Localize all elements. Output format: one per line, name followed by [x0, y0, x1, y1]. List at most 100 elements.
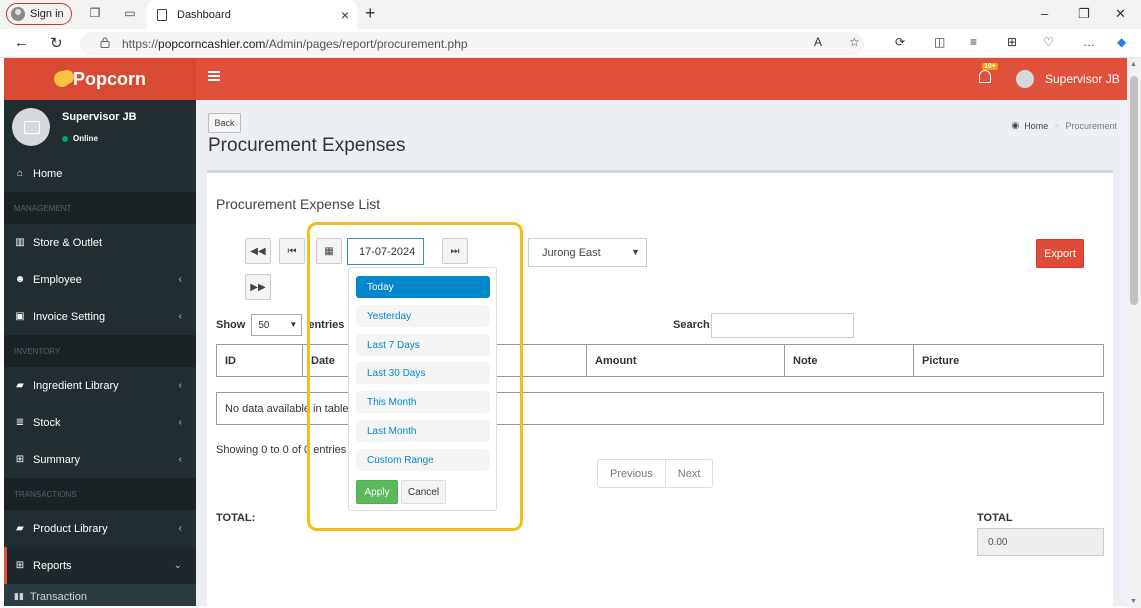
scroll-down-icon[interactable]: ▼	[1130, 598, 1137, 605]
column-id[interactable]: ID	[216, 344, 303, 377]
breadcrumb-home[interactable]: Home	[1024, 121, 1048, 131]
minimize-icon[interactable]: –	[1041, 6, 1048, 21]
sidebar-item-label: Store & Outlet	[33, 236, 103, 249]
prev-day-icon[interactable]: ⏮	[279, 238, 305, 264]
date-range-dropdown: Today Yesterday Last 7 Days Last 30 Days…	[348, 267, 497, 511]
page-icon	[157, 8, 167, 21]
page-length-control: Show 50 ▼ entries	[216, 314, 344, 336]
bell-icon[interactable]	[979, 70, 991, 83]
range-last-month[interactable]: Last Month	[356, 420, 490, 442]
url-input[interactable]: https://popcorncashier.com/Admin/pages/r…	[80, 32, 864, 55]
table-info: Showing 0 to 0 of 0 entries	[216, 444, 347, 456]
column-picture[interactable]: Picture	[913, 344, 1104, 377]
more-icon[interactable]: …	[1083, 35, 1095, 49]
sidebar-toggle-icon[interactable]	[208, 71, 220, 81]
browser-tab-dashboard[interactable]: Dashboard ×	[147, 0, 357, 29]
notification-badge: 10+	[982, 63, 998, 70]
sidebar-item-label: Reports	[33, 559, 72, 572]
restore-icon[interactable]: ❐	[1078, 6, 1090, 22]
breadcrumb-current: Procurement	[1065, 120, 1117, 131]
section-inventory: INVENTORY	[4, 335, 196, 367]
browser-tab-bar: Sign in ❐ ▭ Dashboard × + – ❐ ✕	[0, 0, 1141, 29]
new-tab-icon[interactable]: +	[365, 3, 376, 24]
sidebar-item-ingredient-library[interactable]: ▰ Ingredient Library ‹	[4, 367, 196, 404]
date-range-input[interactable]: 17-07-2024	[347, 238, 424, 265]
column-note[interactable]: Note	[784, 344, 914, 377]
outlet-value: Jurong East	[542, 246, 601, 259]
next-day-icon[interactable]: ⏭	[442, 238, 468, 264]
sidebar-item-label: Transaction	[29, 590, 87, 603]
cancel-button[interactable]: Cancel	[401, 480, 446, 504]
copilot-icon[interactable]: ◆	[1117, 35, 1126, 49]
next-button[interactable]: Next	[664, 460, 713, 487]
range-custom[interactable]: Custom Range	[356, 449, 490, 471]
page-scrollbar[interactable]: ▲ ▼	[1127, 58, 1141, 608]
range-today[interactable]: Today	[356, 276, 490, 298]
url-path: /Admin/pages/report/procurement.php	[265, 36, 468, 51]
sidebar-item-label: Ingredient Library	[33, 379, 119, 392]
chevron-left-icon: ‹	[178, 454, 182, 465]
last-page-icon[interactable]: ▶▶	[245, 274, 271, 300]
lock-icon	[100, 37, 110, 48]
home-icon: ⌂	[16, 168, 24, 179]
close-tab-icon[interactable]: ×	[341, 7, 349, 23]
sidebar-subitem-transaction[interactable]: ▮▮ Transaction	[4, 584, 196, 606]
previous-button[interactable]: Previous	[598, 460, 665, 487]
avatar[interactable]	[1016, 70, 1034, 88]
favorite-star-icon[interactable]: ☆	[849, 35, 860, 49]
tab-actions-icon[interactable]: ▭	[123, 6, 137, 20]
search-input[interactable]	[711, 313, 854, 338]
extensions-icon[interactable]: ⟳	[895, 35, 905, 49]
first-page-icon[interactable]: ◀◀	[245, 238, 271, 264]
sidebar-item-invoice-setting[interactable]: ▣ Invoice Setting ‹	[4, 298, 196, 335]
browser-essentials-icon[interactable]: ♡	[1043, 35, 1054, 49]
top-user-name[interactable]: Supervisor JB	[1045, 72, 1120, 86]
collections-icon[interactable]: ⊞	[1007, 35, 1017, 49]
outlet-select[interactable]: Jurong East ▼	[528, 238, 647, 267]
sidebar-item-home[interactable]: ⌂ Home	[4, 155, 196, 192]
sign-in-button[interactable]: Sign in	[6, 3, 72, 25]
back-arrow-icon[interactable]: ←	[14, 34, 29, 51]
chevron-left-icon: ‹	[178, 417, 182, 428]
column-amount[interactable]: Amount	[586, 344, 785, 377]
sidebar-item-stock[interactable]: ≣ Stock ‹	[4, 404, 196, 441]
online-dot-icon	[62, 135, 68, 142]
brand-logo[interactable]: Popcorn	[4, 58, 196, 100]
sidebar-item-reports[interactable]: ⊞ Reports ⌄	[4, 547, 196, 584]
sidebar-item-summary[interactable]: ⊞ Summary ‹	[4, 441, 196, 478]
empty-message: No data available in table	[225, 402, 349, 415]
read-aloud-icon[interactable]: A	[814, 35, 822, 49]
scrollbar-thumb[interactable]	[1130, 76, 1138, 305]
pagination: Previous Next	[597, 459, 714, 488]
entries-label: entries	[308, 319, 345, 331]
range-yesterday[interactable]: Yesterday	[356, 305, 490, 327]
scroll-up-icon[interactable]: ▲	[1130, 61, 1137, 68]
favorites-icon[interactable]: ≡	[970, 35, 977, 49]
range-last-7-days[interactable]: Last 7 Days	[356, 334, 490, 356]
apply-button[interactable]: Apply	[356, 480, 398, 504]
sidebar-item-label: Product Library	[33, 522, 108, 535]
export-button[interactable]: Export	[1036, 239, 1084, 268]
refresh-icon[interactable]: ↻	[50, 34, 63, 52]
sidebar-item-employee[interactable]: ☻ Employee ‹	[4, 261, 196, 298]
chevron-down-icon: ▼	[631, 247, 640, 257]
chevron-left-icon: ‹	[178, 523, 182, 534]
brand-name: Popcorn	[72, 68, 146, 89]
address-bar-row: ← ↻ https://popcorncashier.com/Admin/pag…	[0, 29, 1141, 58]
dashboard-icon: ◉	[1011, 120, 1020, 130]
calendar-icon[interactable]: ▦	[316, 238, 342, 264]
page-length-select[interactable]: 50 ▼	[251, 314, 303, 336]
chevron-down-icon: ⌄	[173, 560, 182, 571]
app-root: Popcorn 10+ Supervisor JB Supervisor JB …	[4, 58, 1127, 606]
range-last-30-days[interactable]: Last 30 Days	[356, 362, 490, 384]
box-title: Procurement Expense List	[216, 196, 381, 212]
sidebar-item-store-outlet[interactable]: ▥ Store & Outlet	[4, 224, 196, 261]
close-window-icon[interactable]: ✕	[1115, 6, 1126, 22]
split-screen-icon[interactable]: ◫	[934, 35, 945, 49]
range-this-month[interactable]: This Month	[356, 391, 490, 413]
sidebar-item-product-library[interactable]: ▰ Product Library ‹	[4, 510, 196, 547]
back-button[interactable]: Back	[208, 113, 241, 133]
user-panel: Supervisor JB Online	[4, 100, 196, 155]
workspaces-icon[interactable]: ❐	[88, 6, 102, 20]
show-label: Show	[216, 319, 246, 331]
